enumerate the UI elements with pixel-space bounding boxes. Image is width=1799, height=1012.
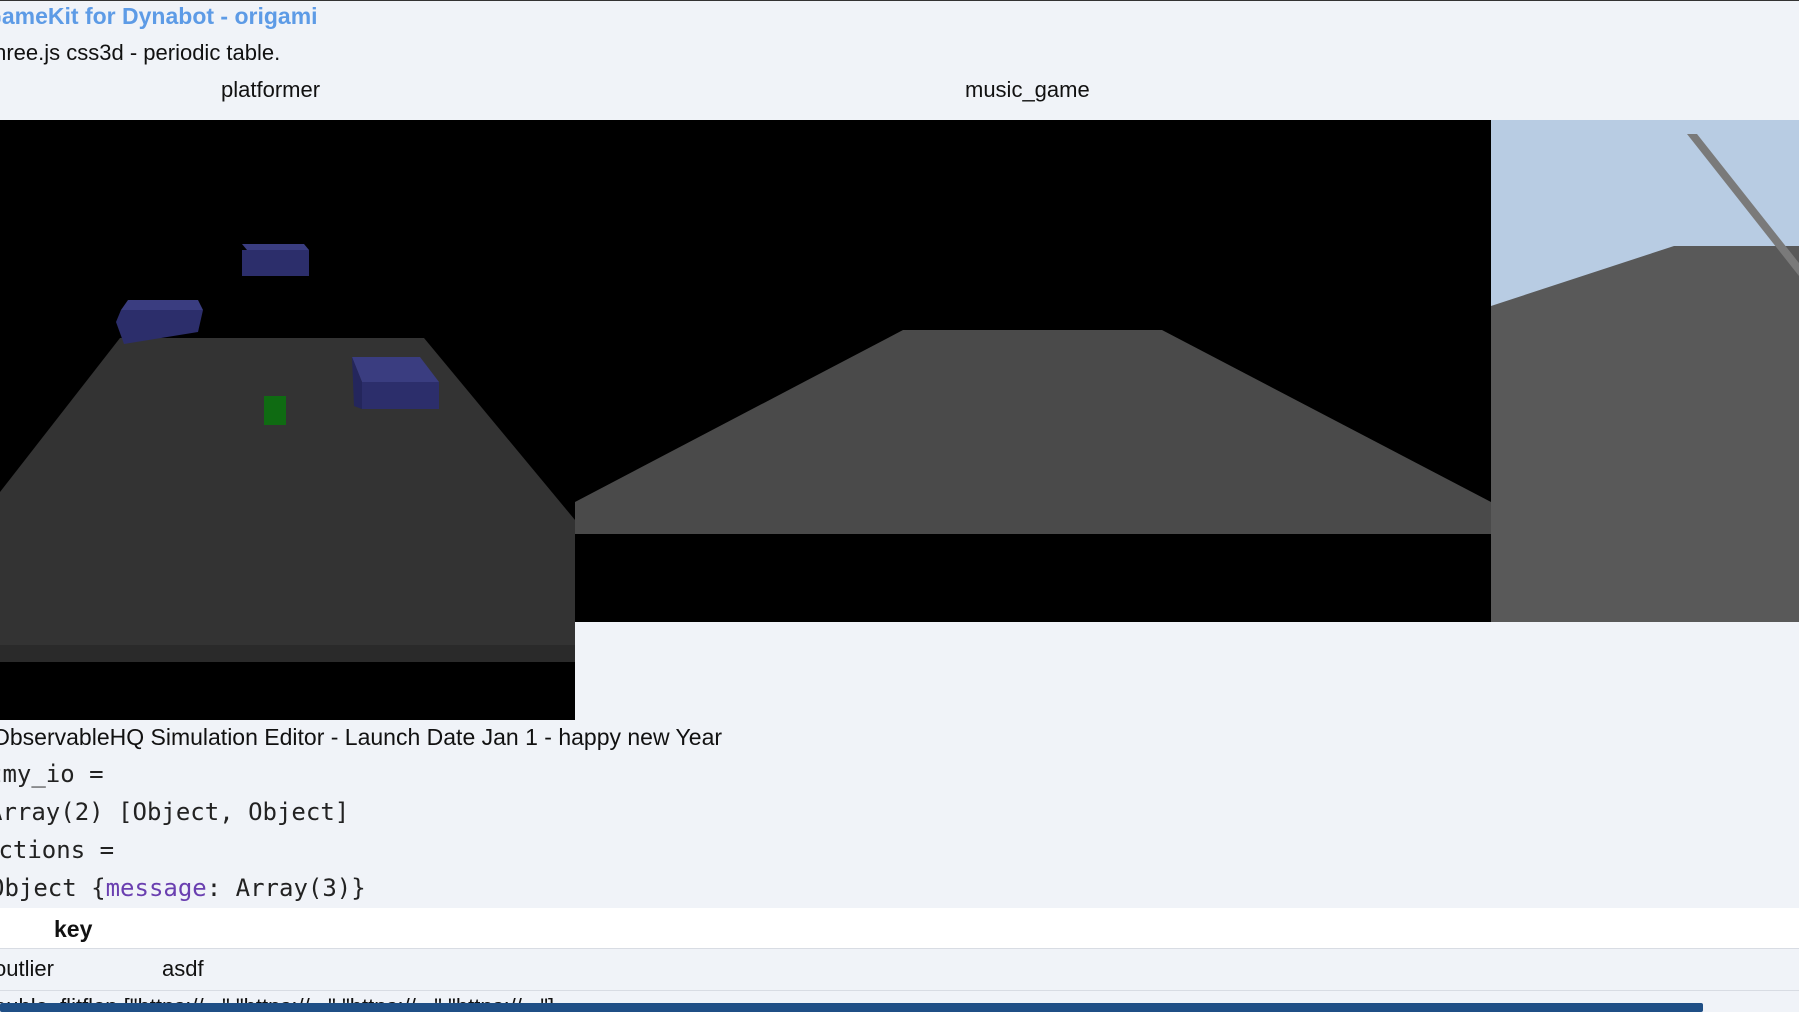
code-object-property: message (105, 874, 207, 902)
table-cell-value: asdf (162, 956, 204, 981)
player-cube (264, 396, 286, 425)
top-divider (0, 0, 1799, 1)
table-row: outlier asdf (0, 950, 1799, 991)
music-game-label: music_game (965, 77, 1090, 102)
blue-block (362, 382, 439, 409)
subtitle: three.js css3d - periodic table. (0, 40, 281, 65)
blue-block-top (121, 300, 203, 310)
code-object-suffix: : Array(3)} (206, 874, 366, 902)
code-line: tmy_io = (0, 760, 104, 788)
ground-plane (1491, 246, 1799, 622)
table-cell-key: outlier (0, 956, 54, 981)
music-game-canvas[interactable] (575, 120, 1491, 622)
code-line-object: Object {message: Array(3)} (0, 874, 366, 902)
third-scene (1491, 120, 1799, 622)
platformer-floor-edge (0, 645, 575, 662)
editor-title: ObservableHQ Simulation Editor - Launch … (0, 724, 723, 750)
blue-block-top (242, 244, 309, 250)
platformer-canvas[interactable] (0, 120, 575, 720)
horizontal-scrollbar-thumb[interactable] (0, 1003, 1703, 1012)
platformer-scene (0, 120, 575, 720)
code-line: actions = (0, 836, 115, 864)
page: GameKit for Dynabot - origami three.js c… (0, 0, 1799, 1012)
music-game-scene (575, 120, 1491, 622)
platformer-label: platformer (221, 77, 321, 102)
blue-block (242, 250, 309, 276)
gamekit-title-link[interactable]: GameKit for Dynabot - origami (0, 3, 318, 30)
third-scene-canvas[interactable] (1491, 120, 1799, 622)
code-object-prefix: Object { (0, 874, 106, 902)
code-line: Array(2) [Object, Object] (0, 798, 350, 826)
column-header-key[interactable]: key (54, 916, 92, 943)
table-header: key (0, 908, 1799, 949)
